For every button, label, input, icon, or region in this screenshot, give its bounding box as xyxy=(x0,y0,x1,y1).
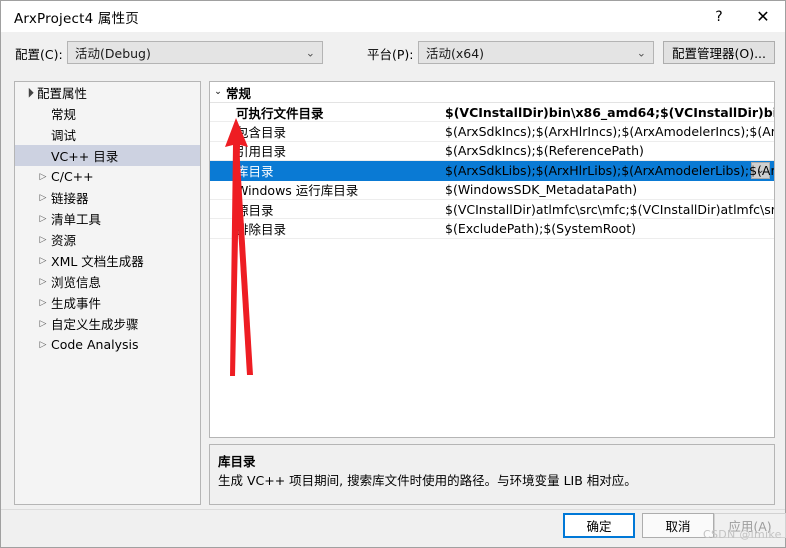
tree-item[interactable]: ▷ 自定义生成步骤 xyxy=(15,313,200,334)
property-row[interactable]: 包含目录 $(ArxSdkIncs);$(ArxHlrIncs);$(ArxAmo… xyxy=(210,122,774,142)
config-label: 配置(C): xyxy=(15,47,63,62)
tree-item[interactable]: ▷ 生成事件 xyxy=(15,292,200,313)
config-manager-button[interactable]: 配置管理器(O)... xyxy=(663,41,775,64)
config-dropdown[interactable]: 活动(Debug) ⌄ xyxy=(67,41,323,64)
selection-indicator xyxy=(210,161,213,180)
chevron-right-icon[interactable]: ▷ xyxy=(35,319,51,329)
title-bar-buttons: ? ✕ xyxy=(697,1,785,32)
watermark: CSDN @lmike xyxy=(703,528,782,541)
description-title: 库目录 xyxy=(218,454,256,469)
grid-section-label: 常规 xyxy=(226,85,252,101)
tree-item-label: 常规 xyxy=(51,107,77,122)
property-value-text: $(ArxSdkLibs);$(ArxHlrLibs);$(ArxAmodele… xyxy=(445,162,774,178)
chevron-right-icon[interactable]: ▷ xyxy=(35,256,51,266)
tree-item[interactable]: ▷ 链接器 xyxy=(15,187,200,208)
property-row[interactable]: 排除目录 $(ExcludePath);$(SystemRoot) xyxy=(210,219,774,239)
chevron-right-icon[interactable]: ▷ xyxy=(35,340,51,350)
property-row[interactable]: 库目录 $(ArxSdkLibs);$(ArxHlrLibs);$(ArxAmod… xyxy=(210,161,774,181)
property-value[interactable]: $(ArxSdkIncs);$(ArxHlrIncs);$(ArxAmodele… xyxy=(441,124,774,139)
property-value-text: $(ArxSdkIncs);$(ArxHlrIncs);$(ArxAmodele… xyxy=(445,124,774,140)
tree-item-label: C/C++ xyxy=(51,169,94,184)
tree-item-label: 调试 xyxy=(51,128,77,143)
tree-item[interactable]: 调试 xyxy=(15,124,200,145)
description-body: 生成 VC++ 项目期间, 搜索库文件时使用的路径。与环境变量 LIB 相对应。 xyxy=(218,473,637,488)
tree-item-label: 链接器 xyxy=(51,191,89,206)
chevron-right-icon[interactable]: ▷ xyxy=(35,172,51,182)
chevron-right-icon[interactable]: ▷ xyxy=(35,277,51,287)
property-value-text: $(VCInstallDir)atlmfc\src\mfc;$(VCInstal… xyxy=(445,201,774,217)
property-value[interactable]: $(ExcludePath);$(SystemRoot) xyxy=(441,221,774,236)
title-bar: ArxProject4 属性页 ? ✕ xyxy=(1,1,785,32)
property-value[interactable]: $(VCInstallDir)atlmfc\src\mfc;$(VCInstal… xyxy=(441,202,774,217)
chevron-right-icon[interactable]: ▷ xyxy=(35,235,51,245)
tree-item[interactable]: ▷ 清单工具 xyxy=(15,208,200,229)
chevron-down-icon: ⌄ xyxy=(636,46,646,59)
property-row[interactable]: Windows 运行库目录 $(WindowsSDK_MetadataPath) xyxy=(210,181,774,200)
tree-item[interactable]: ▷ Code Analysis xyxy=(15,334,200,355)
property-name: 包含目录 xyxy=(236,125,287,141)
platform-dropdown-value: 活动(x64) xyxy=(426,46,485,61)
help-icon[interactable]: ? xyxy=(697,1,741,32)
chevron-right-icon[interactable]: ▷ xyxy=(35,193,51,203)
property-value[interactable]: $(WindowsSDK_MetadataPath) xyxy=(441,182,774,197)
property-value-text: $(VCInstallDir)bin\x86_amd64;$(VCInstall… xyxy=(445,104,774,120)
property-name: 可执行文件目录 xyxy=(236,105,324,121)
tree-item[interactable]: ▷ 浏览信息 xyxy=(15,271,200,292)
property-name: 排除目录 xyxy=(236,222,287,238)
grid-section-header[interactable]: ⌄ 常规 xyxy=(210,82,774,103)
tree-item-label: 配置属性 xyxy=(37,86,88,101)
property-value-text: $(WindowsSDK_MetadataPath) xyxy=(445,182,638,198)
platform-dropdown[interactable]: 活动(x64) ⌄ xyxy=(418,41,654,64)
tree-item[interactable]: 常规 xyxy=(15,103,200,124)
property-row[interactable]: 源目录 $(VCInstallDir)atlmfc\src\mfc;$(VCIns… xyxy=(210,200,774,220)
tree-item-label: 浏览信息 xyxy=(51,275,102,290)
footer-divider xyxy=(1,509,785,510)
property-value-text: $(ArxSdkIncs);$(ReferencePath) xyxy=(445,143,644,159)
tree-item-label: 生成事件 xyxy=(51,296,102,311)
tree-item[interactable]: VC++ 目录 xyxy=(15,145,200,166)
property-name: 源目录 xyxy=(236,202,274,218)
property-value[interactable]: $(ArxSdkLibs);$(ArxHlrLibs);$(ArxAmodele… xyxy=(441,163,774,178)
tree-item[interactable]: ◢ 配置属性 xyxy=(15,82,200,103)
property-name: Windows 运行库目录 xyxy=(236,183,359,199)
ok-button[interactable]: 确定 xyxy=(563,513,635,538)
tree-item[interactable]: ▷ 资源 xyxy=(15,229,200,250)
tree-item-label: 自定义生成步骤 xyxy=(51,317,139,332)
property-value-text: $(ExcludePath);$(SystemRoot) xyxy=(445,221,636,237)
property-value[interactable]: $(ArxSdkIncs);$(ReferencePath) xyxy=(441,143,774,158)
property-row[interactable]: 引用目录 $(ArxSdkIncs);$(ReferencePath) xyxy=(210,142,774,162)
tree-item-label: VC++ 目录 xyxy=(51,149,119,164)
chevron-down-icon: ⌄ xyxy=(214,87,222,97)
tree-item[interactable]: ▷ C/C++ xyxy=(15,166,200,187)
property-name: 库目录 xyxy=(236,163,274,179)
description-panel: 库目录 生成 VC++ 项目期间, 搜索库文件时使用的路径。与环境变量 LIB … xyxy=(209,444,775,505)
tree-item-label: Code Analysis xyxy=(51,337,139,352)
chevron-down-icon[interactable]: ◢ xyxy=(20,83,38,101)
close-icon[interactable]: ✕ xyxy=(741,1,785,32)
platform-label: 平台(P): xyxy=(367,47,414,62)
property-value[interactable]: $(VCInstallDir)bin\x86_amd64;$(VCInstall… xyxy=(441,105,774,120)
tree-item-label: 资源 xyxy=(51,233,77,248)
property-name: 引用目录 xyxy=(236,144,287,160)
property-tree[interactable]: ◢ 配置属性 常规 调试 VC++ 目录 ▷ C/C++ ▷ 链接器 ▷ 清单工具 ▷ 资源 ▷ XML 文… xyxy=(14,81,201,505)
window-title: ArxProject4 属性页 xyxy=(14,10,139,27)
tree-item-label: XML 文档生成器 xyxy=(51,254,144,269)
property-grid[interactable]: ⌄ 常规 可执行文件目录 $(VCInstallDir)bin\x86_amd64… xyxy=(209,81,775,438)
config-dropdown-value: 活动(Debug) xyxy=(75,46,151,61)
tree-item-label: 清单工具 xyxy=(51,212,102,227)
chevron-right-icon[interactable]: ▷ xyxy=(35,214,51,224)
tree-item[interactable]: ▷ XML 文档生成器 xyxy=(15,250,200,271)
chevron-down-icon: ⌄ xyxy=(305,46,315,59)
chevron-right-icon[interactable]: ▷ xyxy=(35,298,51,308)
property-row[interactable]: 可执行文件目录 $(VCInstallDir)bin\x86_amd64;$(VC… xyxy=(210,103,774,123)
